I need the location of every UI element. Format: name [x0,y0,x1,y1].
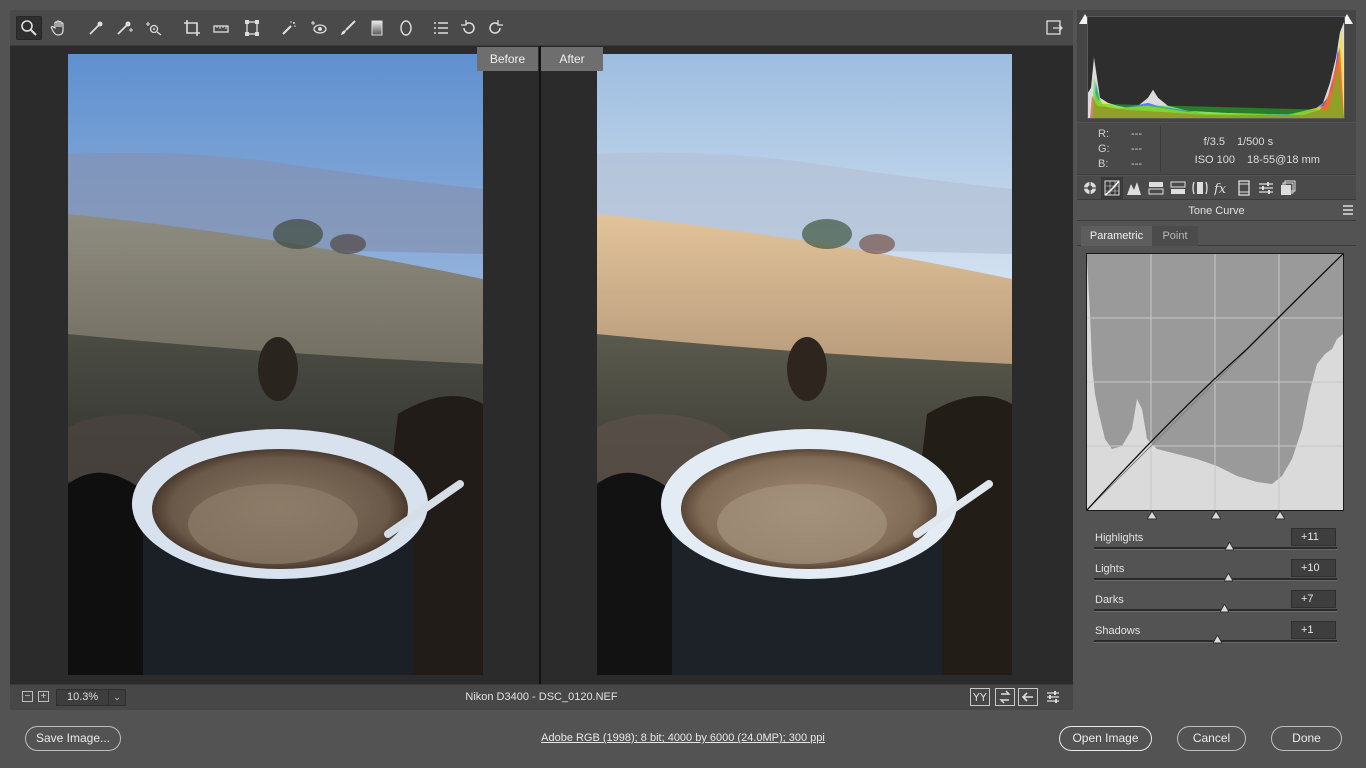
after-image [597,54,1012,675]
histogram-graph [1087,16,1345,119]
r-label: R: [1098,128,1109,140]
rgb-readout: R: --- G: --- B: --- [1098,127,1164,172]
highlights-value-field[interactable]: +11 [1291,528,1336,546]
open-image-button[interactable]: Open Image [1059,726,1152,751]
red-eye-icon[interactable] [306,16,332,40]
toggle-settings-icon[interactable] [1043,688,1063,706]
svg-text:Y: Y [979,691,987,704]
rotate-cw-icon[interactable] [482,16,508,40]
graduated-filter-icon[interactable] [364,16,390,40]
targeted-adjustment-icon[interactable] [141,16,167,40]
open-preferences-icon[interactable] [1041,16,1067,40]
done-button[interactable]: Done [1271,726,1342,751]
file-name: Nikon D3400 - DSC_0120.NEF [465,691,618,703]
adjustment-brush-icon[interactable] [335,16,361,40]
tone-curve-graph[interactable] [1086,253,1344,511]
rotate-ccw-icon[interactable] [456,16,482,40]
iso: ISO 100 [1194,154,1235,166]
before-after-divider [539,46,541,684]
highlights-track[interactable] [1094,547,1337,550]
exif-info: f/3.5 1/500 s ISO 100 18-55@18 mm [1187,133,1320,169]
zoom-tool-icon[interactable] [16,16,42,40]
midtones-split-handle[interactable] [1211,511,1221,520]
before-image [68,54,483,675]
lights-slider[interactable]: Lights +10 [1094,559,1337,593]
hand-tool-icon[interactable] [46,16,72,40]
after-label: After [541,47,603,71]
toolbar [10,10,1073,46]
panel-tabs: fx [1077,176,1356,200]
radial-filter-icon[interactable] [393,16,419,40]
svg-text:fx: fx [1214,182,1227,196]
panel-title-text: Tone Curve [1188,205,1245,217]
crop-icon[interactable] [179,16,205,40]
shadows-thumb[interactable] [1212,635,1222,644]
shutter-speed: 1/500 s [1237,136,1274,148]
shadows-slider[interactable]: Shadows +1 [1094,621,1337,655]
lights-value-field[interactable]: +10 [1291,559,1336,577]
info-panel: R: --- G: --- B: --- f/3.5 1/500 s ISO 100 18… [1077,123,1356,175]
darks-label: Darks [1095,594,1124,606]
presets-list-icon[interactable] [428,16,454,40]
cancel-button[interactable]: Cancel [1177,726,1246,751]
highlights-slider[interactable]: Highlights +11 [1094,528,1337,562]
camera-calibration-icon[interactable] [1233,177,1255,199]
highlights-split-handle[interactable] [1275,511,1285,520]
highlights-thumb[interactable] [1224,542,1234,551]
hsl-icon[interactable] [1145,177,1167,199]
basic-icon[interactable] [1079,177,1101,199]
tone-curve-icon[interactable] [1101,177,1123,199]
lights-track[interactable] [1094,578,1337,581]
straighten-icon[interactable] [208,16,234,40]
workflow-options-link[interactable]: Adobe RGB (1998); 8 bit; 4000 by 6000 (2… [0,732,1366,744]
shadows-split-handle[interactable] [1147,511,1157,520]
darks-value-field[interactable]: +7 [1291,590,1336,608]
lights-thumb[interactable] [1223,573,1233,582]
snapshots-icon[interactable] [1277,177,1299,199]
preview-canvas[interactable]: Before After [10,46,1073,684]
before-after-view-icon[interactable]: YY [970,688,990,706]
transform-icon[interactable] [239,16,265,40]
info-divider [1160,126,1161,172]
darks-track[interactable] [1094,609,1337,612]
detail-icon[interactable] [1123,177,1145,199]
shadows-label: Shadows [1095,625,1141,637]
bottom-bar: Save Image... Adobe RGB (1998); 8 bit; 4… [0,710,1366,768]
svg-text:Y: Y [973,691,980,704]
darks-thumb[interactable] [1220,604,1229,613]
split-toning-icon[interactable] [1167,177,1189,199]
camera-raw-window: Before After − + 10.3% ⌄ Nikon D3400 - D… [0,0,1366,768]
before-label: Before [477,47,538,71]
darks-slider[interactable]: Darks +7 [1094,590,1337,624]
g-label: G: [1098,143,1110,155]
histogram-panel [1077,10,1356,122]
swap-settings-icon[interactable] [995,688,1015,706]
white-balance-icon[interactable] [83,16,109,40]
tab-parametric[interactable]: Parametric [1081,226,1152,246]
highlights-label: Highlights [1095,532,1144,544]
aperture: f/3.5 [1203,136,1225,148]
tab-point[interactable]: Point [1152,226,1198,246]
lights-label: Lights [1095,563,1125,575]
shadows-value-field[interactable]: +1 [1291,621,1336,639]
copy-settings-icon[interactable] [1018,688,1038,706]
lens-corrections-icon[interactable] [1189,177,1211,199]
status-bar: − + 10.3% ⌄ Nikon D3400 - DSC_0120.NEF Y… [10,684,1073,710]
color-sampler-icon[interactable] [111,16,137,40]
effects-icon[interactable]: fx [1211,177,1233,199]
lens: 18-55@18 mm [1247,154,1320,166]
panel-menu-icon[interactable] [1342,205,1354,215]
panel-title: Tone Curve [1077,201,1356,221]
tone-curve-subtabs: Parametric Point [1077,226,1356,246]
b-label: B: [1098,158,1109,170]
spot-removal-icon[interactable] [276,16,302,40]
presets-icon[interactable] [1255,177,1277,199]
